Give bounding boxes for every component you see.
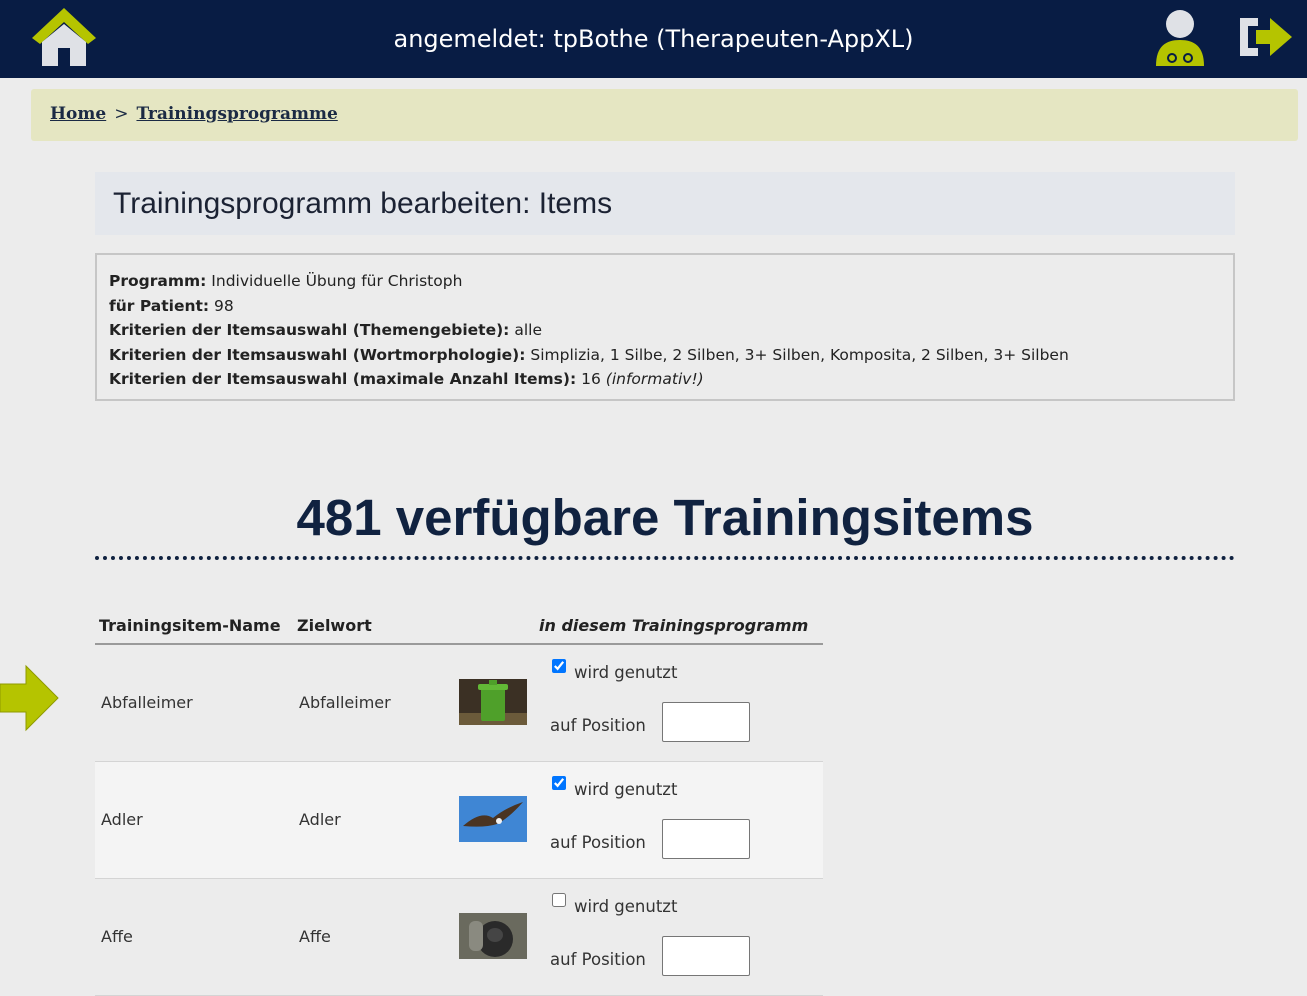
program-info-box: Programm: Individuelle Übung für Christo… [95, 253, 1235, 401]
used-checkbox[interactable] [552, 776, 566, 790]
page-title: Trainingsprogramm bearbeiten: Items [113, 187, 613, 220]
position-label: auf Position [550, 833, 646, 852]
position-input[interactable] [662, 702, 750, 742]
info-max-value: 16 [581, 370, 601, 388]
position-label: auf Position [550, 950, 646, 969]
info-morph-line: Kriterien der Itemsauswahl (Wortmorpholo… [109, 343, 1069, 368]
used-label: wird genutzt [574, 897, 678, 916]
top-bar: angemeldet: tpBothe (Therapeuten-AppXL) [0, 0, 1307, 78]
table-row: Adler Adler wird genutzt auf Position [95, 762, 823, 879]
info-max-note: (informativ!) [605, 370, 704, 388]
item-thumbnail-gorilla [459, 913, 527, 959]
column-header-target: Zielwort [297, 616, 372, 635]
column-header-in-program: in diesem Trainingsprogramm [539, 616, 809, 635]
table-header: Trainingsitem-Name Zielwort in diesem Tr… [95, 610, 823, 645]
info-themen-label: Kriterien der Itemsauswahl (Themengebiet… [109, 321, 510, 339]
item-target-word: Affe [299, 927, 331, 946]
available-items-heading: 481 verfügbare Trainingsitems [95, 488, 1235, 560]
used-label: wird genutzt [574, 780, 678, 799]
breadcrumb-home-link[interactable]: Home [50, 104, 106, 124]
breadcrumb: Home > Trainingsprogramme [31, 89, 1298, 141]
table-row: Abfalleimer Abfalleimer wird genutzt auf… [95, 645, 823, 762]
info-program-line: Programm: Individuelle Übung für Christo… [109, 269, 1069, 294]
logout-icon[interactable] [1236, 12, 1294, 62]
user-doctor-icon[interactable] [1152, 8, 1208, 68]
info-themen-value: alle [514, 321, 542, 339]
item-name: Abfalleimer [101, 693, 193, 712]
info-patient-label: für Patient: [109, 296, 210, 315]
used-label: wird genutzt [574, 663, 678, 682]
position-input[interactable] [662, 936, 750, 976]
position-label: auf Position [550, 716, 646, 735]
info-max-label: Kriterien der Itemsauswahl (maximale Anz… [109, 370, 577, 388]
info-max-line: Kriterien der Itemsauswahl (maximale Anz… [109, 367, 1069, 392]
item-target-word: Adler [299, 810, 341, 829]
table-row: Affe Affe wird genutzt auf Position [95, 879, 823, 996]
page-title-box: Trainingsprogramm bearbeiten: Items [95, 172, 1235, 235]
info-patient-line: für Patient: 98 [109, 294, 1069, 319]
position-input[interactable] [662, 819, 750, 859]
item-name: Affe [101, 927, 133, 946]
info-themen-line: Kriterien der Itemsauswahl (Themengebiet… [109, 318, 1069, 343]
info-program-label: Programm: [109, 272, 207, 290]
item-name: Adler [101, 810, 143, 829]
info-patient-value: 98 [214, 296, 234, 315]
info-program-value: Individuelle Übung für Christoph [211, 272, 463, 290]
item-thumbnail-trash-bin [459, 679, 527, 725]
training-items-table: Trainingsitem-Name Zielwort in diesem Tr… [95, 610, 823, 996]
item-thumbnail-eagle [459, 796, 527, 842]
column-header-name: Trainingsitem-Name [99, 616, 281, 635]
breadcrumb-trainingsprogramme-link[interactable]: Trainingsprogramme [136, 104, 337, 124]
info-morph-label: Kriterien der Itemsauswahl (Wortmorpholo… [109, 345, 526, 364]
used-checkbox[interactable] [552, 659, 566, 673]
info-morph-value: Simplizia, 1 Silbe, 2 Silben, 3+ Silben,… [530, 345, 1069, 364]
used-checkbox[interactable] [552, 893, 566, 907]
item-target-word: Abfalleimer [299, 693, 391, 712]
arrow-right-icon [0, 664, 59, 732]
breadcrumb-separator: > [114, 104, 129, 124]
logged-in-status: angemeldet: tpBothe (Therapeuten-AppXL) [393, 25, 914, 53]
